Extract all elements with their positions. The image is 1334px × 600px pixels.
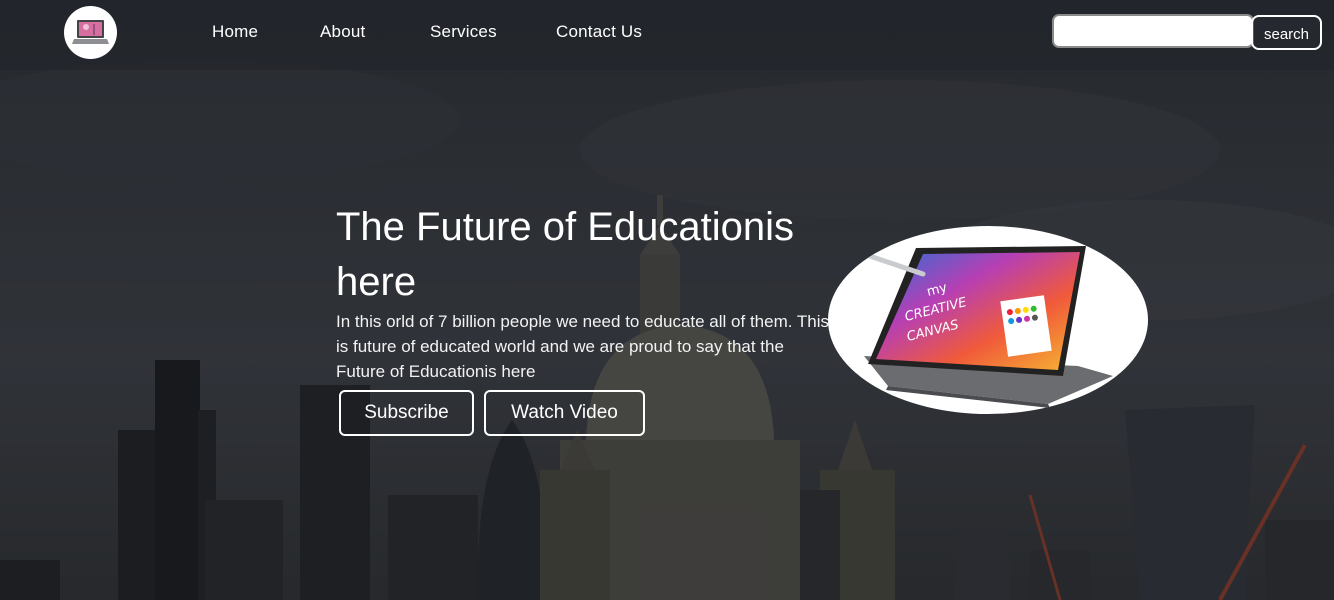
nav-link-services[interactable]: Services bbox=[430, 22, 497, 42]
search-input[interactable] bbox=[1052, 14, 1254, 48]
nav-link-home[interactable]: Home bbox=[212, 22, 258, 42]
nav-link-contact-us[interactable]: Contact Us bbox=[556, 22, 642, 42]
top-navbar: Home About Services Contact Us search bbox=[0, 0, 1334, 70]
convertible-laptop-image: my CREATIVE CANVAS bbox=[828, 226, 1148, 414]
watch-video-button[interactable]: Watch Video bbox=[484, 390, 645, 436]
hero-description: In this orld of 7 billion people we need… bbox=[336, 312, 829, 381]
nav-link-about[interactable]: About bbox=[320, 22, 365, 42]
subscribe-button[interactable]: Subscribe bbox=[339, 390, 474, 436]
hero-title: The Future of Educationis here bbox=[336, 205, 795, 304]
search-button[interactable]: search bbox=[1251, 15, 1322, 50]
laptop-logo-icon[interactable] bbox=[64, 6, 117, 59]
